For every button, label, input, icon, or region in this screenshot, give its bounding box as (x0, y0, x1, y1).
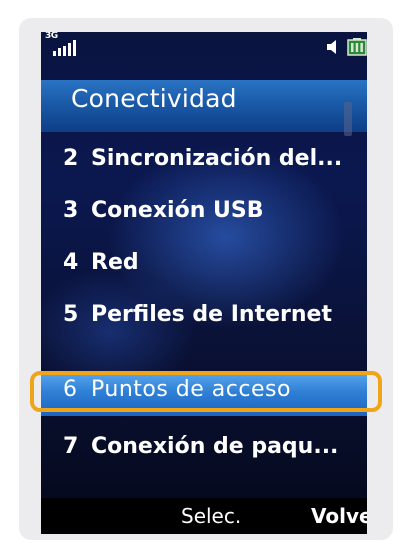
selection-highlight-ring (30, 371, 382, 412)
menu-item-label: Red (91, 250, 139, 275)
menu-item-label: Sincronización del... (91, 146, 343, 171)
menu-item-conexion-paquetes[interactable]: 7 Conexión de paqu... (41, 424, 367, 476)
phone-screen: 3G Conectividad 2 Sincronización del... … (41, 32, 367, 534)
softkey-bar: Selec. Volver (41, 498, 367, 534)
battery-icon (347, 38, 367, 56)
menu-item-red[interactable]: 4 Red (41, 240, 367, 292)
scrollbar[interactable] (344, 102, 352, 136)
menu-item-perfiles-internet[interactable]: 5 Perfiles de Internet (41, 292, 367, 344)
status-bar: 3G (41, 32, 367, 66)
menu-item-number: 7 (63, 434, 79, 459)
menu-item-conexion-usb[interactable]: 3 Conexión USB (41, 188, 367, 240)
page-title: Conectividad (71, 84, 237, 113)
menu-item-label: Conexión de paqu... (91, 434, 339, 459)
menu-item-number: 2 (63, 146, 79, 171)
menu-item-number: 3 (63, 198, 79, 223)
speaker-icon (327, 40, 336, 54)
menu-item-label: Perfiles de Internet (91, 302, 332, 327)
back-softkey[interactable]: Volver (311, 504, 367, 528)
menu-item-label: Conexión USB (91, 198, 264, 223)
select-softkey[interactable]: Selec. (181, 504, 241, 528)
menu-item-number: 5 (63, 302, 79, 327)
signal-bars-icon (53, 40, 76, 56)
menu-item-number: 4 (63, 250, 79, 275)
menu-item-sincronizacion[interactable]: 2 Sincronización del... (41, 136, 367, 188)
